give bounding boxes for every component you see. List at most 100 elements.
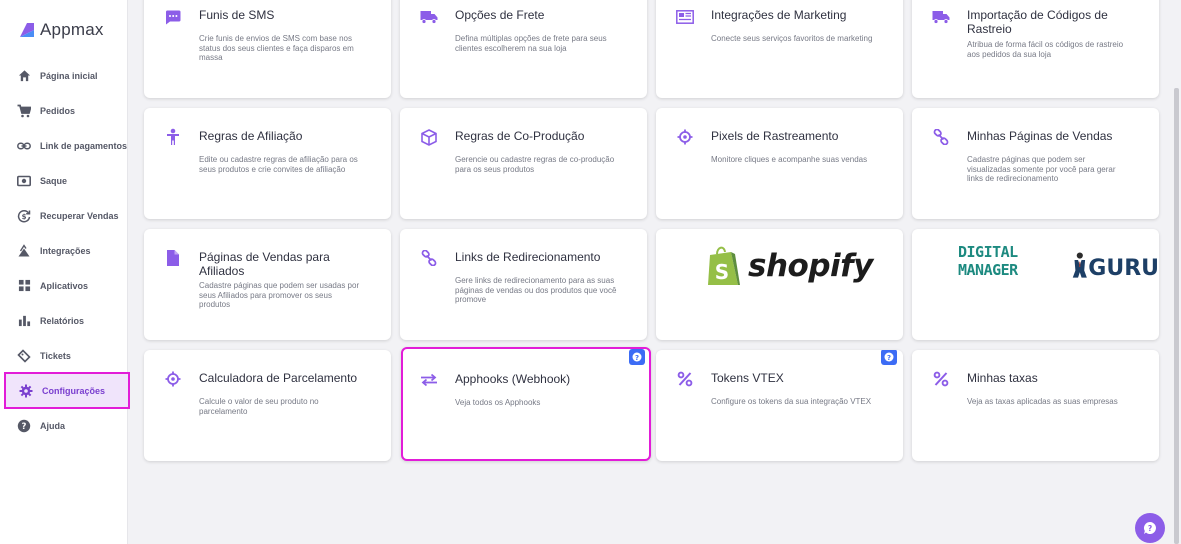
sidebar-item-label: Link de pagamentos [40,140,128,151]
card-description: Calcule o valor de seu produto no parcel… [199,397,319,416]
card-regras-afiliacao[interactable]: Regras de Afiliação Edite ou cadastre re… [144,108,391,219]
card-title: Tokens VTEX [711,371,784,385]
card-description: Configure os tokens da sua integração VT… [711,397,872,406]
sidebar-item-label: Página inicial [40,70,98,81]
sidebar-item-label: Saque [40,175,68,186]
help-badge-icon[interactable]: ? [881,350,897,365]
card-description: Crie funis de envios de SMS com base nos… [199,34,354,62]
recover-icon: $ [16,208,32,224]
svg-text:S: S [715,260,729,284]
card-tokens-vtex[interactable]: ? Tokens VTEX Configure os tokens da sua… [656,350,903,461]
sidebar-item-label: Relatórios [40,315,85,326]
gear-icon [18,383,34,399]
scrollbar-thumb[interactable] [1174,88,1179,544]
card-title: Apphooks (Webhook) [455,372,571,386]
link-icon [16,138,32,154]
sidebar-item-saque[interactable]: Saque [4,163,130,198]
card-description: Gere links de redirecionamento para as s… [455,276,617,304]
card-importacao-rastreio[interactable]: Importação de Códigos de Rastreio Atribu… [912,0,1159,98]
newspaper-icon [676,8,694,26]
sidebar-item-link-pagamentos[interactable]: Link de pagamentos [4,128,130,163]
crosshair-icon [164,370,182,388]
card-pixels-rastreamento[interactable]: Pixels de Rastreamento Monitore cliques … [656,108,903,219]
truck-icon [932,8,950,26]
card-title: Links de Redirecionamento [455,250,601,264]
card-description: Gerencie ou cadastre regras de co-produç… [455,155,615,174]
card-apphooks[interactable]: ? Apphooks (Webhook) Veja todos os Appho… [401,347,651,461]
card-links-redirecionamento[interactable]: Links de Redirecionamento Gere links de … [400,229,647,340]
card-description: Monitore cliques e acompanhe suas vendas [711,155,868,164]
swap-icon [420,371,438,389]
card-description: Veja todos os Apphooks [455,398,541,407]
integrations-icon [16,243,32,259]
appmax-logo-icon [20,23,34,37]
guru-wordmark-guru: GURU [1088,256,1159,281]
sidebar-item-pedidos[interactable]: Pedidos [4,93,130,128]
sidebar-item-integracoes[interactable]: Integrações [4,233,130,268]
svg-text:?: ? [887,354,891,362]
sidebar-item-pagina-inicial[interactable]: Página inicial [4,58,130,93]
svg-text:?: ? [1148,524,1152,533]
svg-text:$: $ [22,212,27,220]
help-icon: ? [16,418,32,434]
card-title: Minhas taxas [967,371,1038,385]
card-description: Defina múltiplas opções de frete para se… [455,34,607,53]
sidebar-item-label: Ajuda [40,420,66,431]
svg-text:?: ? [635,354,639,362]
card-title: Opções de Frete [455,8,545,22]
svg-text:?: ? [22,422,27,432]
shopify-bag-icon: S [708,246,740,285]
app-logo[interactable]: Appmax [18,20,104,40]
card-title: Regras de Co-Produção [455,129,585,143]
card-digital-manager-guru[interactable]: DIGITAL MANAGER GURU [912,229,1159,340]
card-description: Veja as taxas aplicadas as suas empresas [967,397,1118,406]
person-icon [164,128,182,146]
card-minhas-paginas-vendas[interactable]: Minhas Páginas de Vendas Cadastre página… [912,108,1159,219]
card-integracoes-marketing[interactable]: Integrações de Marketing Conecte seus se… [656,0,903,98]
chat-button[interactable]: ? [1135,513,1165,543]
guru-wordmark-digital-manager: DIGITAL MANAGER [958,243,1018,279]
card-description: Cadastre páginas que podem ser visualiza… [967,155,1116,183]
sidebar-item-configuracoes[interactable]: Configurações [4,372,130,409]
sidebar: Appmax Página inicial Pedidos Link de pa… [0,0,130,544]
box-icon [420,128,438,146]
sidebar-item-label: Integrações [40,245,91,256]
scrollbar[interactable] [1171,0,1181,544]
card-title: Minhas Páginas de Vendas [967,129,1113,143]
card-funis-sms[interactable]: Funis de SMS Crie funis de envios de SMS… [144,0,391,98]
crosshair-icon [676,128,694,146]
card-calculadora-parcelamento[interactable]: Calculadora de Parcelamento Calcule o va… [144,350,391,461]
app-name: Appmax [40,20,104,39]
card-description: Edite ou cadastre regras de afiliação pa… [199,155,358,174]
card-title: Regras de Afiliação [199,129,303,143]
sidebar-item-ajuda[interactable]: ? Ajuda [4,408,130,443]
card-title: Importação de Códigos de Rastreio [967,8,1108,36]
link-icon [420,249,438,267]
sidebar-item-label: Aplicativos [40,280,89,291]
card-regras-coproducao[interactable]: Regras de Co-Produção Gerencie ou cadast… [400,108,647,219]
shopify-logo: S shopify [704,245,873,287]
card-shopify[interactable]: S shopify [656,229,903,340]
card-opcoes-frete[interactable]: Opções de Frete Defina múltiplas opções … [400,0,647,98]
sidebar-item-label: Recuperar Vendas [40,210,119,221]
sidebar-item-tickets[interactable]: Tickets [4,338,130,373]
truck-icon [420,8,438,26]
sidebar-item-label: Configurações [42,385,106,396]
card-minhas-taxas[interactable]: Minhas taxas Veja as taxas aplicadas as … [912,350,1159,461]
apps-icon [16,278,32,294]
guru-figure-icon [1072,252,1087,278]
reports-icon [16,313,32,329]
sidebar-item-aplicativos[interactable]: Aplicativos [4,268,130,303]
percent-icon [676,370,694,388]
home-icon [16,68,32,84]
help-badge-icon[interactable]: ? [629,349,645,365]
shopify-wordmark: shopify [748,248,873,284]
card-title: Páginas de Vendas para Afiliados [199,250,330,278]
sidebar-item-relatorios[interactable]: Relatórios [4,303,130,338]
cart-icon [16,103,32,119]
card-paginas-vendas-afiliados[interactable]: Páginas de Vendas para Afiliados Cadastr… [144,229,391,340]
sms-icon [164,8,182,26]
document-icon [164,249,182,267]
card-description: Atribua de forma fácil os códigos de ras… [967,40,1124,59]
sidebar-item-recuperar-vendas[interactable]: $ Recuperar Vendas [4,198,130,233]
